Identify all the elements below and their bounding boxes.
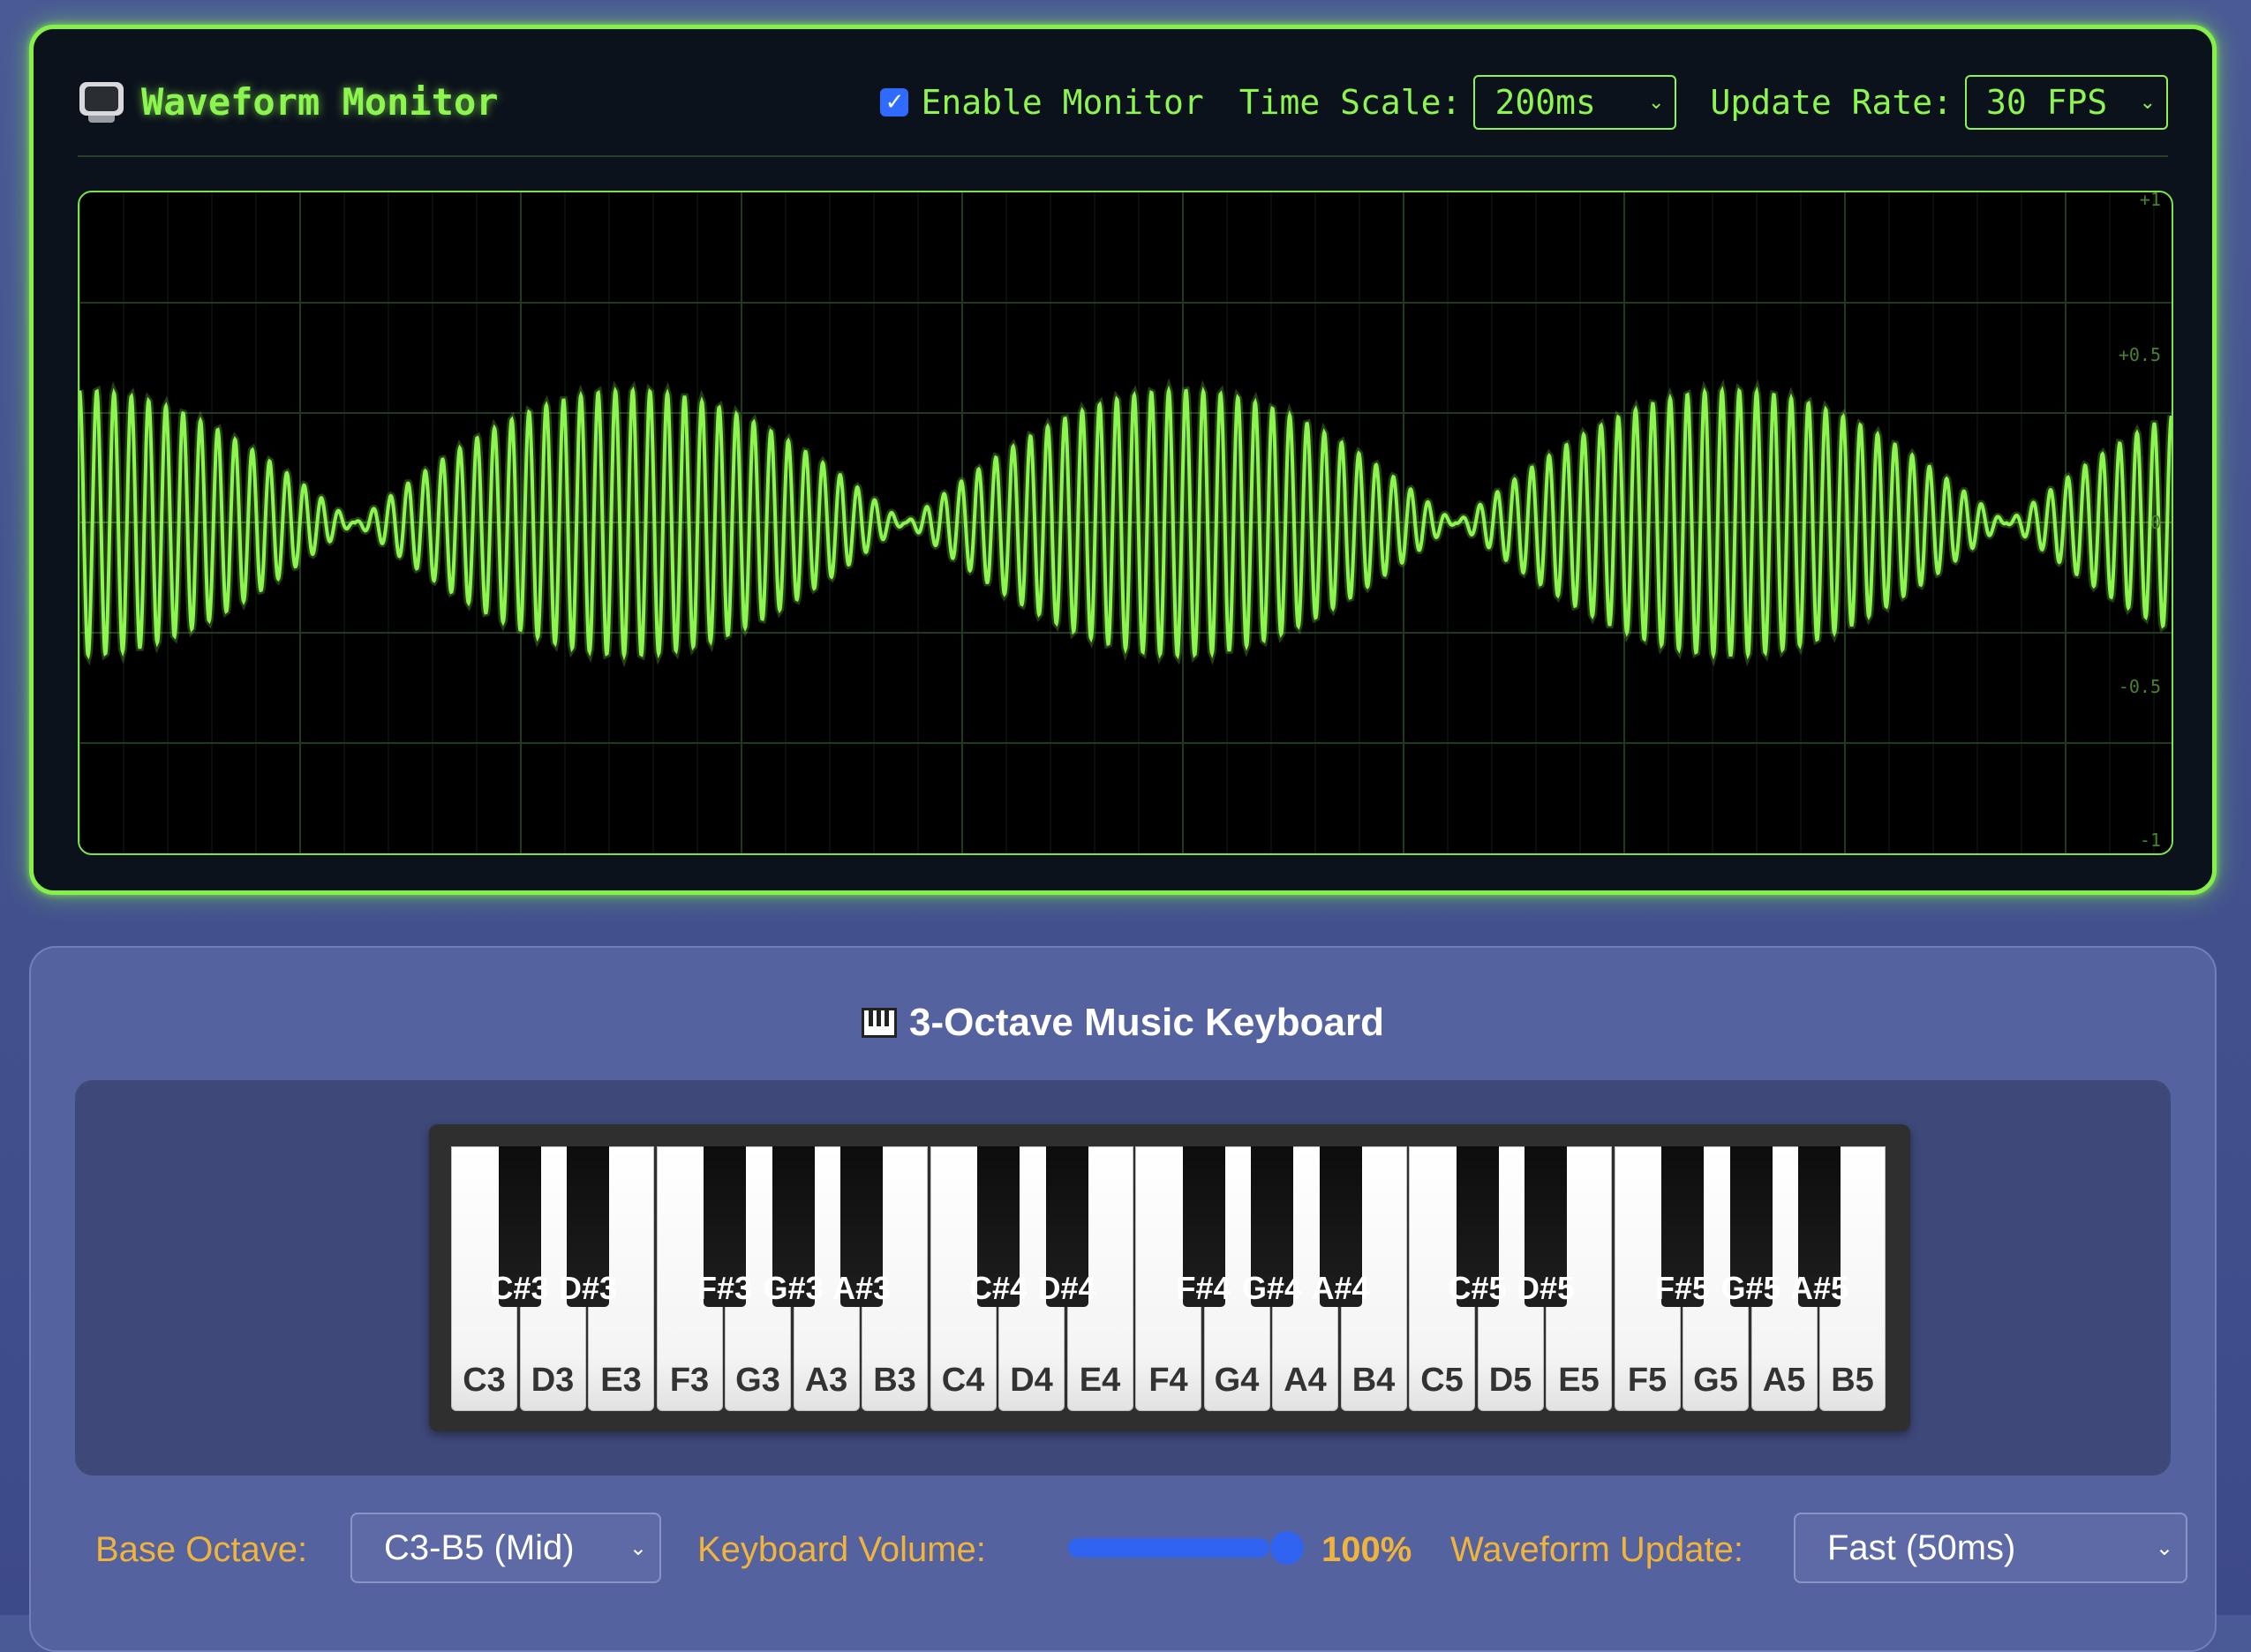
piano-key-label: A#3: [832, 1270, 892, 1306]
piano-key-label: C4: [941, 1362, 985, 1399]
piano-key-asharp5[interactable]: A#5: [1790, 1146, 1848, 1307]
piano-key-label: A#4: [1311, 1270, 1370, 1306]
enable-monitor-checkbox[interactable]: ✓: [880, 88, 909, 116]
piano-key-label: A#5: [1789, 1270, 1849, 1306]
piano-key-label: G4: [1214, 1362, 1260, 1399]
chevron-down-icon: ⌄: [1648, 91, 1665, 114]
piano-key-dsharp3[interactable]: D#3: [559, 1146, 617, 1307]
scale-label-middle: 0: [2149, 512, 2161, 533]
piano-key-label: D4: [1010, 1362, 1053, 1399]
base-octave-select[interactable]: C3-B5 (Mid) ⌄: [350, 1513, 661, 1583]
piano-key-fsharp4[interactable]: F#4: [1176, 1146, 1231, 1307]
piano-key-gsharp4[interactable]: G#4: [1242, 1146, 1302, 1307]
piano-key-label: D#5: [1516, 1270, 1576, 1306]
piano-key-gsharp3[interactable]: G#3: [763, 1146, 824, 1307]
piano-key-label: C#5: [1448, 1270, 1507, 1306]
piano-key-label: C#4: [968, 1270, 1028, 1306]
volume-slider-thumb[interactable]: [1270, 1531, 1304, 1565]
piano-key-label: G5: [1693, 1362, 1738, 1399]
piano-keys: C3 D3 E3 F3 G3 A3 B3 C4 D4 E4 F4 G4 A4 B4 C5 D5 E5 F5 G5 A5…: [451, 1146, 1888, 1411]
monitor-header: Waveform Monitor ✓ Enable Monitor Time S…: [34, 29, 2212, 157]
piano-key-fsharp3[interactable]: F#3: [697, 1146, 752, 1307]
piano-key-label: C#3: [490, 1270, 549, 1306]
update-rate-select[interactable]: 30 FPS ⌄: [1965, 75, 2168, 130]
piano-key-label: G#5: [1720, 1270, 1781, 1306]
keyboard-title-text: 3-Octave Music Keyboard: [909, 1001, 1384, 1044]
piano-key-label: D5: [1488, 1362, 1532, 1399]
keyboard-panel: 3-Octave Music Keyboard C3 D3 E3 F3 G3 A3 B3 C4…: [29, 946, 2217, 1652]
piano-key-label: F3: [669, 1362, 710, 1399]
piano-key-label: B5: [1831, 1362, 1874, 1399]
keyboard-volume-value: 100%: [1321, 1530, 1412, 1569]
time-scale-value: 200ms: [1494, 83, 1596, 122]
scale-label-bottom: -1: [2139, 830, 2161, 851]
waveform-update-label: Waveform Update:: [1450, 1530, 1743, 1569]
piano-case: C3 D3 E3 F3 G3 A3 B3 C4 D4 E4 F4 G4 A4 B4 C5 D5 E5 F5 G5 A5…: [429, 1124, 1910, 1431]
piano-key-label: B4: [1351, 1362, 1396, 1399]
monitor-controls: ✓ Enable Monitor Time Scale: 200ms ⌄ Upd…: [880, 75, 2168, 130]
piano-key-label: A4: [1284, 1362, 1327, 1399]
monitor-title-text: Waveform Monitor: [141, 80, 499, 124]
keyboard-controls: Base Octave: C3-B5 (Mid) ⌄ Keyboard Volu…: [95, 1513, 2187, 1592]
piano-key-label: A5: [1762, 1362, 1806, 1399]
piano-key-label: D#3: [558, 1270, 618, 1306]
piano-key-label: E3: [600, 1362, 642, 1399]
piano-key-label: A3: [804, 1362, 848, 1399]
header-divider: [78, 155, 2168, 157]
time-scale-label: Time Scale:: [1238, 83, 1462, 122]
waveform-update-select[interactable]: Fast (50ms) ⌄: [1794, 1513, 2187, 1583]
scale-label-lower: -0.5: [2118, 676, 2161, 697]
chevron-down-icon: ⌄: [629, 1536, 647, 1560]
keyboard-title: 3-Octave Music Keyboard: [31, 1001, 2215, 1045]
piano-key-asharp3[interactable]: A#3: [832, 1146, 891, 1307]
piano-key-label: E4: [1079, 1362, 1121, 1399]
monitor-title: Waveform Monitor: [79, 80, 499, 124]
piano-key-dsharp4[interactable]: D#4: [1037, 1146, 1096, 1307]
piano-key-label: B3: [873, 1362, 916, 1399]
piano-key-asharp4[interactable]: A#4: [1311, 1146, 1370, 1307]
tv-icon: [79, 81, 124, 123]
waveform-chart: [79, 192, 2172, 853]
oscilloscope-display: +1 +0.5 0 -0.5 -1: [78, 191, 2173, 855]
base-octave-label: Base Octave:: [95, 1530, 308, 1569]
chevron-down-icon: ⌄: [2155, 1536, 2173, 1560]
piano-key-csharp4[interactable]: C#4: [969, 1146, 1028, 1307]
waveform-monitor-panel: Waveform Monitor ✓ Enable Monitor Time S…: [29, 25, 2217, 895]
piano-key-label: F#3: [696, 1270, 753, 1306]
piano-key-label: D3: [531, 1362, 575, 1399]
scale-label-top: +1: [2139, 191, 2161, 210]
scale-label-upper: +0.5: [2118, 344, 2161, 365]
piano-key-label: F#5: [1654, 1270, 1711, 1306]
piano-key-label: E5: [1558, 1362, 1600, 1399]
piano-key-fsharp5[interactable]: F#5: [1655, 1146, 1710, 1307]
piano-key-label: C3: [463, 1362, 506, 1399]
base-octave-value: C3-B5 (Mid): [384, 1528, 575, 1567]
chevron-down-icon: ⌄: [2139, 91, 2156, 114]
volume-slider-track[interactable]: [1068, 1538, 1269, 1558]
piano-key-label: G#3: [763, 1270, 824, 1306]
piano-key-csharp5[interactable]: C#5: [1448, 1146, 1507, 1307]
time-scale-select[interactable]: 200ms ⌄: [1473, 75, 1677, 130]
update-rate-value: 30 FPS: [1986, 83, 2108, 122]
waveform-update-value: Fast (50ms): [1827, 1528, 2016, 1567]
piano-key-csharp3[interactable]: C#3: [490, 1146, 549, 1307]
piano-key-label: C5: [1420, 1362, 1464, 1399]
piano-key-label: F4: [1148, 1362, 1188, 1399]
piano-key-label: F5: [1627, 1362, 1668, 1399]
piano-key-label: D#4: [1037, 1270, 1096, 1306]
keyboard-volume-slider[interactable]: [1068, 1513, 1304, 1583]
piano-key-label: G#4: [1241, 1270, 1303, 1306]
piano-key-label: F#4: [1176, 1270, 1231, 1306]
update-rate-label: Update Rate:: [1710, 83, 1953, 122]
piano-key-label: G3: [735, 1362, 780, 1399]
keyboard-well: C3 D3 E3 F3 G3 A3 B3 C4 D4 E4 F4 G4 A4 B4 C5 D5 E5 F5 G5 A5…: [75, 1080, 2171, 1476]
enable-monitor-label[interactable]: Enable Monitor: [921, 83, 1203, 122]
piano-icon: [862, 1008, 898, 1038]
piano-key-dsharp5[interactable]: D#5: [1517, 1146, 1575, 1307]
keyboard-volume-label: Keyboard Volume:: [697, 1530, 986, 1569]
piano-key-gsharp5[interactable]: G#5: [1720, 1146, 1781, 1307]
